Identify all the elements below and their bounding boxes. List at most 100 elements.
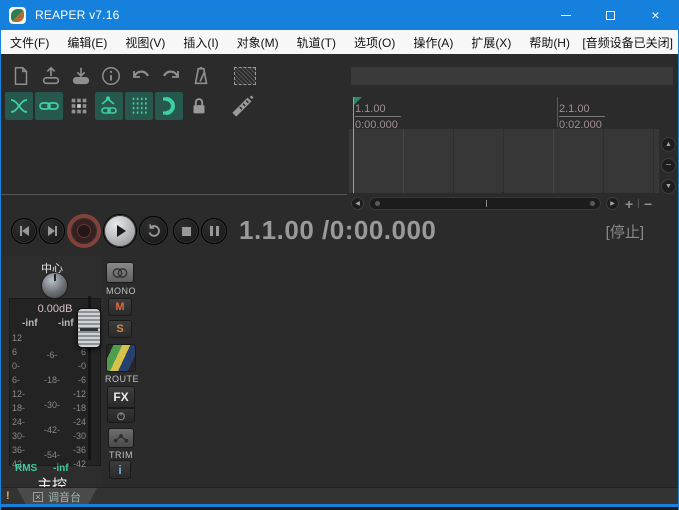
edit-cursor[interactable] bbox=[353, 97, 354, 193]
metronome-button[interactable] bbox=[187, 62, 215, 90]
panel-divider bbox=[1, 194, 347, 195]
snap-toggle-button[interactable] bbox=[155, 92, 183, 120]
horizontal-zoom-out-button[interactable]: − bbox=[644, 196, 652, 212]
menu-help[interactable]: 帮助(H) bbox=[520, 30, 579, 54]
window-title: REAPER v7.16 bbox=[35, 8, 119, 22]
trim-button[interactable] bbox=[108, 428, 134, 448]
maximize-button[interactable] bbox=[588, 0, 633, 30]
solo-button[interactable]: S bbox=[108, 320, 132, 338]
tab-close-icon[interactable]: × bbox=[33, 492, 43, 502]
meter-scale-left: 1260-6-12-18-24-30-36-42- bbox=[12, 331, 34, 471]
new-project-button[interactable] bbox=[7, 62, 35, 90]
scrollbar-center-mark bbox=[486, 200, 487, 207]
undo-icon bbox=[129, 64, 153, 88]
stop-icon bbox=[182, 227, 191, 236]
ruler-beats-label: 1.1.00 bbox=[355, 103, 401, 117]
peak-left-value: -inf bbox=[22, 318, 38, 329]
volume-fader-handle[interactable] bbox=[77, 308, 101, 348]
menu-insert[interactable]: 插入(I) bbox=[174, 30, 227, 54]
grid-measure-line bbox=[553, 129, 554, 193]
menu-track[interactable]: 轨道(T) bbox=[288, 30, 345, 54]
scroll-left-button[interactable]: ◀ bbox=[351, 197, 364, 210]
new-file-icon bbox=[10, 65, 32, 87]
save-project-button[interactable] bbox=[67, 62, 95, 90]
menubar: 文件(F) 编辑(E) 视图(V) 插入(I) 对象(M) 轨道(T) 选项(O… bbox=[1, 30, 678, 54]
mixer-docker-tab[interactable]: × 调音台 bbox=[17, 488, 97, 505]
pause-button[interactable] bbox=[201, 218, 227, 244]
menu-file[interactable]: 文件(F) bbox=[1, 30, 58, 54]
scrollbar-end-dot bbox=[590, 201, 595, 206]
undo-button[interactable] bbox=[127, 62, 155, 90]
fader-grip-line bbox=[80, 328, 98, 331]
locking-button[interactable] bbox=[185, 92, 213, 120]
horizontal-zoom-in-button[interactable]: + bbox=[625, 196, 633, 212]
stop-button[interactable] bbox=[173, 218, 199, 244]
menu-edit[interactable]: 编辑(E) bbox=[58, 30, 116, 54]
mixer-tab-label: 调音台 bbox=[48, 489, 81, 505]
project-settings-button[interactable] bbox=[97, 62, 125, 90]
item-lock-link-button[interactable] bbox=[35, 92, 63, 120]
fx-bypass-button[interactable] bbox=[107, 408, 135, 423]
magnet-icon bbox=[157, 94, 181, 118]
grouping-icon bbox=[68, 95, 90, 117]
vertical-zoom-out-button[interactable]: − bbox=[661, 158, 676, 173]
marquee-select-button[interactable] bbox=[231, 62, 259, 90]
timeline-ruler[interactable]: 1.1.00 0:00.000 2.1.00 0:02.000 bbox=[349, 97, 659, 129]
draw-tool-button[interactable] bbox=[229, 92, 257, 120]
arrange-view[interactable]: 1.1.00 0:00.000 2.1.00 0:02.000 bbox=[349, 97, 659, 193]
play-button[interactable] bbox=[103, 214, 137, 248]
go-to-end-button[interactable] bbox=[39, 218, 65, 244]
loop-icon bbox=[145, 222, 163, 240]
route-label: ROUTE bbox=[105, 374, 137, 384]
grid-toggle-button[interactable] bbox=[125, 92, 153, 120]
scroll-down-button[interactable]: ▼ bbox=[661, 179, 676, 194]
repeat-button[interactable] bbox=[139, 216, 168, 245]
menu-actions[interactable]: 操作(A) bbox=[404, 30, 462, 54]
record-button[interactable] bbox=[67, 214, 101, 248]
save-project-icon bbox=[70, 65, 92, 87]
left-arrow-icon: ◀ bbox=[355, 200, 360, 207]
pause-icon bbox=[210, 226, 219, 236]
item-grouping-button[interactable] bbox=[65, 92, 93, 120]
status-alert[interactable]: ! bbox=[6, 490, 10, 502]
auto-crossfade-button[interactable] bbox=[5, 92, 33, 120]
pan-knob[interactable] bbox=[41, 272, 68, 299]
route-button[interactable] bbox=[106, 344, 136, 372]
minimize-icon bbox=[561, 15, 571, 16]
mono-button[interactable] bbox=[106, 262, 134, 283]
fx-button[interactable]: FX bbox=[107, 386, 135, 408]
go-to-start-button[interactable] bbox=[11, 218, 37, 244]
menu-view[interactable]: 视图(V) bbox=[116, 30, 174, 54]
close-icon: × bbox=[651, 8, 659, 22]
ruler-marker: 2.1.00 0:02.000 bbox=[559, 99, 605, 131]
menu-extensions[interactable]: 扩展(X) bbox=[462, 30, 520, 54]
grid-beat-line bbox=[653, 129, 654, 193]
track-grid-area[interactable] bbox=[349, 129, 659, 193]
mute-label: M bbox=[115, 301, 124, 313]
grid-icon bbox=[128, 95, 150, 117]
menu-item[interactable]: 对象(M) bbox=[228, 30, 288, 54]
close-button[interactable]: × bbox=[633, 0, 678, 30]
metronome-icon bbox=[190, 65, 212, 87]
transport-time-display[interactable]: 1.1.00 /0:00.000 bbox=[239, 215, 436, 246]
redo-button[interactable] bbox=[157, 62, 185, 90]
open-project-button[interactable] bbox=[37, 62, 65, 90]
scroll-up-button[interactable]: ▲ bbox=[661, 137, 676, 152]
lock-icon bbox=[188, 95, 210, 117]
menu-options[interactable]: 选项(O) bbox=[345, 30, 404, 54]
minimize-button[interactable] bbox=[543, 0, 588, 30]
ruler-measure-tick bbox=[557, 97, 558, 127]
reaper-window: REAPER v7.16 × 文件(F) 编辑(E) 视图(V) 插入(I) 对… bbox=[0, 0, 679, 510]
track-info-button[interactable]: i bbox=[109, 460, 131, 479]
info-icon bbox=[100, 65, 122, 87]
scroll-right-button[interactable]: ▶ bbox=[606, 197, 619, 210]
mute-button[interactable]: M bbox=[108, 298, 132, 316]
titlebar[interactable]: REAPER v7.16 × bbox=[1, 0, 678, 30]
window-controls: × bbox=[543, 0, 678, 30]
solo-label: S bbox=[116, 323, 123, 335]
rms-value: -inf bbox=[53, 463, 69, 474]
horizontal-scrollbar[interactable] bbox=[369, 197, 601, 210]
envelope-points-button[interactable] bbox=[95, 92, 123, 120]
ruler-beats-label: 2.1.00 bbox=[559, 103, 605, 117]
reaper-logo-icon bbox=[9, 7, 26, 24]
